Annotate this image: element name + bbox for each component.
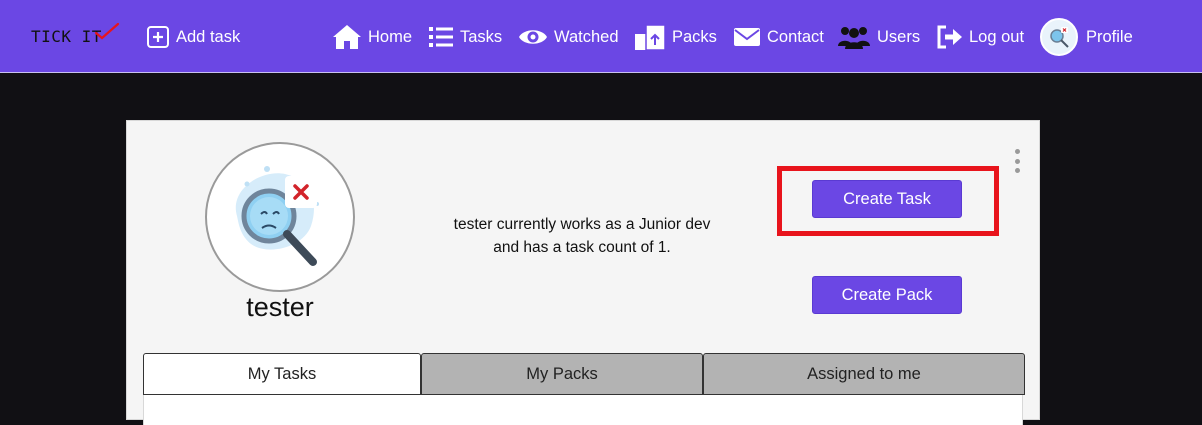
nav-profile[interactable]: Profile [1040,17,1133,57]
checkmark-icon [94,22,120,40]
nav-users[interactable]: Users [837,22,920,52]
envelope-icon [734,28,760,46]
username: tester [246,292,314,322]
nav-watched[interactable]: Watched [518,22,619,52]
magnifier-icon [235,166,319,266]
nav-users-label: Users [877,27,921,46]
create-pack-button[interactable]: Create Pack [812,276,962,314]
nav-watched-label: Watched [554,27,619,46]
navbar: TICK IT Add task Home Tasks Watched Pack… [0,0,1202,73]
nav-tasks[interactable]: Tasks [428,22,502,52]
bio-line: and has a task count of 1. [493,239,671,256]
avatar [1040,18,1078,56]
profile-card: tester tester currently works as a Junio… [126,120,1040,425]
nav-add-task[interactable]: Add task [146,22,240,52]
profile-avatar [205,142,355,292]
plus-square-icon [147,26,169,48]
tab-my-tasks[interactable]: My Tasks [143,353,421,395]
nav-packs-label: Packs [672,27,717,46]
nav-profile-label: Profile [1086,27,1133,46]
create-task-button[interactable]: Create Task [812,180,962,218]
tab-assigned-to-me[interactable]: Assigned to me [703,353,1025,395]
brand-text: TICK IT [31,27,102,46]
nav-contact-label: Contact [767,27,824,46]
eye-icon [519,30,547,44]
profile-bio: tester currently works as a Junior dev a… [417,213,747,259]
nav-logout[interactable]: Log out [935,22,1024,52]
nav-contact[interactable]: Contact [733,22,824,52]
boxes-icon [635,24,666,51]
logout-icon [937,25,962,49]
list-icon [429,27,453,47]
nav-tasks-label: Tasks [460,27,503,46]
nav-packs[interactable]: Packs [634,22,717,52]
nav-add-task-label: Add task [176,27,241,46]
more-options-icon[interactable] [1013,149,1021,173]
bio-line: tester currently works as a Junior dev [453,216,711,233]
users-icon [838,27,870,49]
tab-my-packs[interactable]: My Packs [421,353,703,395]
tab-panel [143,395,1023,425]
nav-home-label: Home [368,27,413,46]
home-icon [333,25,361,49]
magnifier-icon [1050,27,1069,48]
brand-logo[interactable]: TICK IT [31,22,120,46]
nav-logout-label: Log out [969,27,1025,46]
nav-home[interactable]: Home [332,22,412,52]
